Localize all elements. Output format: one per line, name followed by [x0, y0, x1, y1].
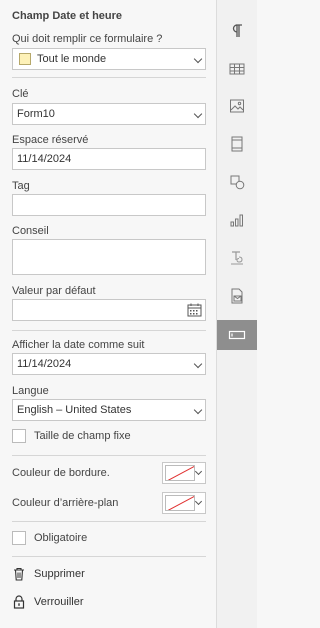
text-art-icon: [231, 251, 243, 265]
display-format-value: 11/14/2024: [17, 358, 72, 370]
display-format-label: Afficher la date comme suit: [12, 339, 145, 351]
form-field-icon: [228, 330, 246, 340]
text-art-settings-button[interactable]: [217, 243, 257, 273]
who-fills-label: Qui doit remplir ce formulaire ?: [12, 33, 163, 45]
placeholder-input[interactable]: 11/14/2024: [12, 148, 206, 170]
background-color-picker[interactable]: [162, 492, 206, 514]
shape-settings-button[interactable]: [217, 167, 257, 197]
divider: [12, 556, 206, 557]
fixed-size-checkbox[interactable]: [12, 429, 26, 443]
background-color-label: Couleur d’arrière-plan: [12, 497, 119, 509]
form-field-settings-button[interactable]: [217, 320, 257, 350]
delete-label: Supprimer: [34, 568, 85, 580]
chevron-down-icon: [194, 497, 203, 506]
who-fills-value: Tout le monde: [37, 53, 107, 65]
language-select[interactable]: English – United States: [12, 399, 206, 421]
role-color-swatch: [19, 53, 31, 66]
default-value-input[interactable]: [12, 299, 206, 321]
calendar-icon[interactable]: [187, 303, 202, 317]
tip-textarea[interactable]: [12, 239, 206, 275]
image-settings-button[interactable]: [217, 91, 257, 121]
divider: [12, 455, 206, 456]
border-color-label: Couleur de bordure.: [12, 467, 110, 479]
right-toolbar: [217, 0, 257, 628]
chevron-down-icon: [193, 405, 203, 415]
image-icon: [230, 99, 244, 113]
chart-icon: [230, 214, 243, 227]
header-footer-icon: [231, 136, 243, 152]
divider: [12, 521, 206, 522]
placeholder-label: Espace réservé: [12, 134, 89, 146]
lock-icon: [13, 595, 25, 609]
chevron-down-icon: [193, 109, 203, 119]
default-value-label: Valeur par défaut: [12, 285, 96, 297]
chart-settings-button[interactable]: [217, 205, 257, 235]
key-select[interactable]: Form10: [12, 103, 206, 125]
tag-label: Tag: [12, 180, 30, 192]
no-color-swatch: [165, 465, 195, 481]
divider: [12, 77, 206, 78]
border-color-picker[interactable]: [162, 462, 206, 484]
key-label: Clé: [12, 88, 29, 100]
lock-label: Verrouiller: [34, 596, 84, 608]
display-format-select[interactable]: 11/14/2024: [12, 353, 206, 375]
tip-label: Conseil: [12, 225, 49, 237]
table-settings-button[interactable]: [217, 54, 257, 84]
who-fills-select[interactable]: Tout le monde: [12, 48, 206, 70]
tag-input[interactable]: [12, 194, 206, 216]
paragraph-icon: [232, 24, 242, 37]
shape-icon: [230, 175, 245, 190]
lock-button[interactable]: Verrouiller: [12, 595, 84, 609]
divider: [12, 330, 206, 331]
panel-title: Champ Date et heure: [12, 10, 123, 22]
mail-merge-icon: [231, 288, 243, 304]
language-value: English – United States: [17, 404, 132, 416]
delete-button[interactable]: Supprimer: [12, 567, 85, 581]
chevron-down-icon: [194, 467, 203, 476]
table-icon: [229, 63, 245, 75]
trash-icon: [14, 567, 24, 581]
mail-merge-settings-button[interactable]: [217, 281, 257, 311]
language-label: Langue: [12, 385, 49, 397]
no-color-swatch: [165, 495, 195, 511]
required-checkbox[interactable]: [12, 531, 26, 545]
chevron-down-icon: [193, 54, 203, 64]
required-label: Obligatoire: [34, 532, 88, 544]
fixed-size-label: Taille de champ fixe: [34, 430, 131, 442]
paragraph-settings-button[interactable]: [217, 16, 257, 46]
settings-panel: Champ Date et heure Qui doit remplir ce …: [0, 0, 217, 628]
chevron-down-icon: [193, 359, 203, 369]
key-value: Form10: [17, 108, 55, 120]
header-footer-settings-button[interactable]: [217, 129, 257, 159]
